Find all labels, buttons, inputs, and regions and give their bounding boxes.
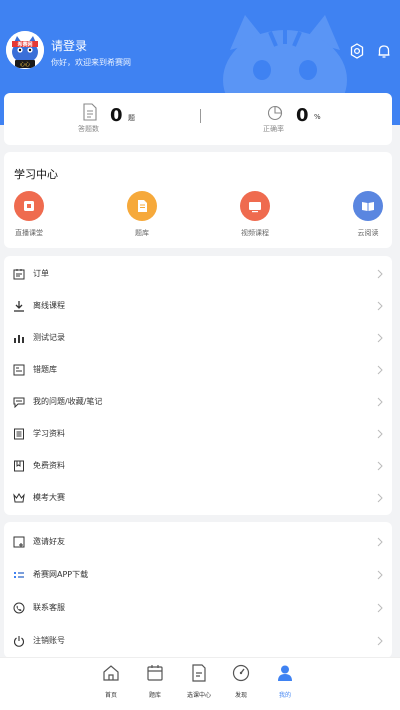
study-item-question-bank[interactable]: 题库: [112, 191, 172, 243]
compass-icon: [232, 664, 250, 682]
menu-item-mock-exam[interactable]: 模考大赛: [4, 482, 392, 514]
chevron-right-icon: [377, 493, 383, 503]
menu-item-offline-courses[interactable]: 离线课程: [4, 290, 392, 322]
menu-item-label: 离线课程: [33, 301, 65, 310]
study-item-label: 视频课程: [241, 229, 269, 237]
menu-item-label: 测试记录: [33, 333, 65, 342]
stats-card: 答题数 0 题 正确率 0 %: [4, 93, 392, 145]
menu-item-label: 订单: [33, 269, 49, 278]
order-icon: [13, 269, 25, 280]
study-item-live[interactable]: 直播课堂: [0, 191, 59, 243]
download-icon: [14, 301, 24, 312]
menu-item-test-records[interactable]: 测试记录: [4, 322, 392, 354]
menu-item-wrong-questions[interactable]: 错题库: [4, 354, 392, 386]
study-item-cloud-reading[interactable]: 云阅读: [338, 191, 398, 243]
stats-divider: [200, 109, 201, 123]
tab-discover[interactable]: 发现: [219, 664, 263, 708]
menu-list-secondary: 邀请好友 希赛网APP下载 联系客服 注销账号: [4, 522, 392, 658]
phone-icon: [13, 602, 25, 614]
menu-item-my-questions[interactable]: 我的问题/收藏/笔记: [4, 386, 392, 418]
svg-text:心心: 心心: [20, 61, 30, 68]
pie-icon: [267, 105, 283, 121]
chevron-right-icon: [377, 570, 383, 580]
menu-item-label: 我的问题/收藏/笔记: [33, 397, 103, 406]
menu-item-label: 模考大赛: [33, 493, 65, 502]
study-item-label: 云阅读: [357, 229, 379, 237]
settings-icon[interactable]: [349, 43, 365, 59]
chevron-right-icon: [377, 429, 383, 439]
live-icon: [14, 191, 44, 221]
chevron-right-icon: [377, 365, 383, 375]
accuracy-unit: %: [314, 113, 321, 121]
menu-item-label: 学习资料: [33, 429, 65, 438]
chevron-right-icon: [377, 397, 383, 407]
book-icon: [353, 191, 383, 221]
menu-item-orders[interactable]: 订单: [4, 258, 392, 290]
menu-item-free-materials[interactable]: 免费资料: [4, 450, 392, 482]
bar-chart-icon: [14, 335, 24, 343]
accuracy-value: 0: [296, 105, 309, 126]
course-icon: [192, 664, 206, 682]
menu-item-invite-friends[interactable]: 邀请好友: [4, 526, 392, 558]
menu-item-label: 注销账号: [33, 636, 65, 645]
study-item-label: 题库: [135, 229, 149, 237]
menu-item-app-download[interactable]: 希赛网APP下载: [4, 559, 392, 591]
calendar-icon: [147, 665, 163, 681]
bottom-tab-bar: 首页 题库 选课中心 发现 我的: [0, 657, 400, 710]
study-item-video[interactable]: 视频课程: [225, 191, 285, 243]
svg-text:希赛网: 希赛网: [17, 41, 32, 48]
tab-label: 我的: [278, 692, 291, 699]
crown-icon: [13, 493, 25, 503]
tab-label: 选课中心: [186, 692, 211, 699]
chevron-right-icon: [377, 333, 383, 343]
menu-item-delete-account[interactable]: 注销账号: [4, 625, 392, 657]
chevron-right-icon: [377, 301, 383, 311]
menu-item-label: 邀请好友: [33, 537, 65, 546]
avatar[interactable]: 希赛网 心心: [6, 31, 44, 69]
app-download-icon: [14, 572, 24, 578]
tab-label: 发现: [234, 692, 247, 699]
home-icon: [103, 665, 119, 681]
tab-question-bank[interactable]: 题库: [133, 664, 177, 708]
answer-count-label: 答题数: [78, 125, 99, 133]
avatar-logo: 希赛网 心心: [6, 31, 44, 69]
question-bank-icon: [127, 191, 157, 221]
user-icon: [278, 665, 292, 681]
tab-label: 首页: [104, 692, 117, 699]
menu-item-label: 错题库: [33, 365, 57, 374]
power-icon: [14, 636, 24, 647]
study-materials-icon: [14, 428, 24, 440]
accuracy-label: 正确率: [263, 125, 284, 133]
study-center-card: 学习中心 直播课堂 题库 视频课程 云阅读: [4, 152, 392, 248]
study-item-label: 直播课堂: [15, 229, 43, 237]
chevron-right-icon: [377, 461, 383, 471]
video-icon: [240, 191, 270, 221]
answer-count-unit: 题: [128, 114, 135, 122]
tab-mine[interactable]: 我的: [263, 664, 307, 708]
login-title[interactable]: 请登录: [51, 37, 87, 54]
bell-icon[interactable]: [376, 43, 392, 59]
menu-item-label: 希赛网APP下载: [33, 570, 89, 579]
invite-icon: [13, 536, 25, 548]
tab-course-center[interactable]: 选课中心: [177, 664, 221, 708]
bookmark-icon: [14, 460, 24, 472]
chevron-right-icon: [377, 537, 383, 547]
study-center-title: 学习中心: [14, 168, 58, 181]
tab-label: 题库: [148, 692, 161, 699]
welcome-text: 你好，欢迎来到希赛网: [51, 58, 131, 67]
menu-list-primary: 订单 离线课程 测试记录 错题库 我的问题/收藏/笔记 学习资料 免费资料 模考…: [4, 256, 392, 515]
chevron-right-icon: [377, 603, 383, 613]
menu-item-label: 联系客服: [33, 603, 65, 612]
tab-home[interactable]: 首页: [89, 664, 133, 708]
chat-icon: [13, 397, 25, 408]
menu-item-label: 免费资料: [33, 461, 65, 470]
menu-item-study-materials[interactable]: 学习资料: [4, 418, 392, 450]
chevron-right-icon: [377, 269, 383, 279]
wrong-questions-icon: [13, 364, 25, 376]
answer-count-value: 0: [110, 105, 123, 126]
menu-item-customer-service[interactable]: 联系客服: [4, 592, 392, 624]
chevron-right-icon: [377, 636, 383, 646]
document-icon: [83, 103, 97, 121]
